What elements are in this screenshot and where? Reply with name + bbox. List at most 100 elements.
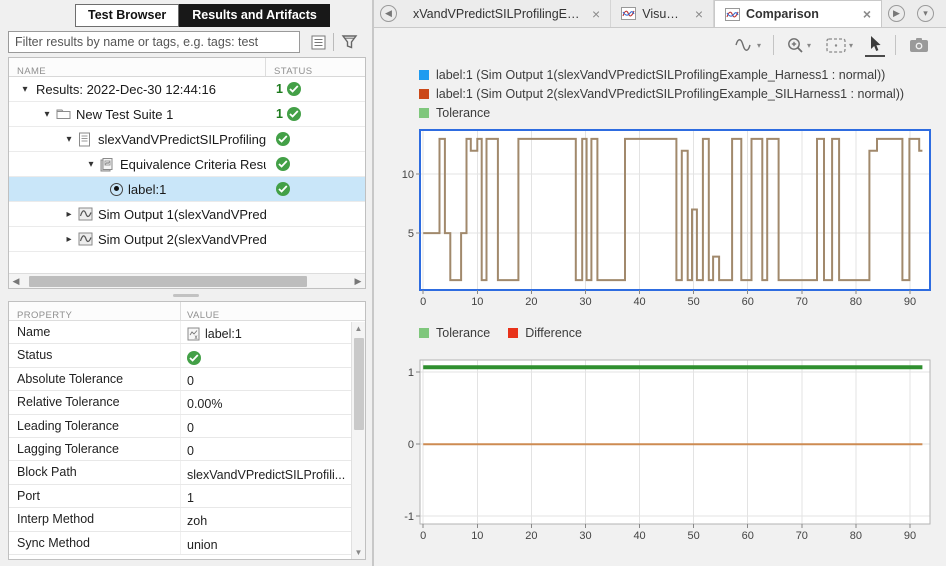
pass-count: 1 [276, 82, 283, 96]
scrollbar-thumb[interactable] [29, 276, 307, 287]
tree-row-label-1[interactable]: label:1 [9, 177, 365, 202]
property-row-status[interactable]: Status [9, 344, 365, 367]
svg-text:30: 30 [579, 530, 591, 542]
legend-item[interactable]: Tolerance [419, 326, 490, 340]
property-row-relative-tolerance[interactable]: Relative Tolerance 0.00% [9, 391, 365, 414]
scroll-down-arrow-icon[interactable]: ▼ [352, 546, 365, 559]
tree-row-sim-output-2[interactable]: ▸ Sim Output 2(slexVandVPred [9, 227, 365, 252]
tree-row-label: Equivalence Criteria Result [120, 157, 266, 172]
chevron-down-icon[interactable]: ▾ [757, 41, 761, 50]
comparison-signals-chart[interactable]: 5100102030405060708090 [374, 127, 946, 316]
tab-test-file[interactable]: xVandVPredictSILProfilingExam... × [403, 0, 611, 27]
property-row-interp-method[interactable]: Interp Method zoh [9, 508, 365, 531]
signal-radio-icon[interactable] [110, 183, 123, 196]
pass-count: 1 [276, 107, 283, 121]
tab-list-menu-icon[interactable]: ▾ [917, 5, 934, 22]
tree-row-equivalence-criteria[interactable]: ▾ Equivalence Criteria Result [9, 152, 365, 177]
chevron-down-icon[interactable]: ▾ [807, 41, 811, 50]
property-row-leading-tolerance[interactable]: Leading Tolerance 0 [9, 415, 365, 438]
tree-horizontal-scrollbar[interactable]: ◀ ▶ [9, 273, 365, 288]
chevron-down-icon[interactable]: ▾ [63, 134, 75, 145]
property-row-name[interactable]: Name x label:1 [9, 321, 365, 344]
property-row-absolute-tolerance[interactable]: Absolute Tolerance 0 [9, 368, 365, 391]
svg-text:0: 0 [420, 530, 426, 542]
tree-row-label: Sim Output 2(slexVandVPred [98, 232, 266, 247]
svg-text:50: 50 [688, 530, 700, 542]
scrollbar-thumb[interactable] [354, 338, 364, 430]
filter-results-input[interactable] [8, 31, 300, 53]
plot-tab-icon [621, 7, 636, 20]
tree-row-test-case[interactable]: ▾ slexVandVPredictSILProfilingEx [9, 127, 365, 152]
filter-funnel-icon[interactable] [337, 31, 361, 53]
svg-text:80: 80 [850, 530, 862, 542]
tab-visualize[interactable]: Visualize × [611, 0, 714, 27]
tree-header: NAME STATUS [9, 58, 365, 77]
tab-test-browser[interactable]: Test Browser [75, 4, 179, 27]
property-row-sync-method[interactable]: Sync Method union [9, 532, 365, 555]
saved-filters-icon[interactable] [306, 31, 330, 53]
property-vertical-scrollbar[interactable]: ▲ ▼ [351, 322, 365, 559]
property-value: 0 [181, 415, 365, 437]
legend-item[interactable]: Difference [508, 326, 582, 340]
legend-item[interactable]: Tolerance [419, 106, 946, 120]
browser-tab-strip: Test Browser Results and Artifacts [0, 0, 372, 27]
snapshot-tool[interactable] [906, 34, 932, 56]
tab-results-and-artifacts[interactable]: Results and Artifacts [179, 4, 330, 27]
tab-scroll-left-icon[interactable]: ◀ [380, 5, 397, 22]
divider [333, 33, 334, 51]
panel-splitter[interactable] [0, 289, 372, 301]
legend-item[interactable]: label:1 (Sim Output 2(slexVandVPredictSI… [419, 87, 946, 101]
chevron-down-icon[interactable]: ▾ [19, 84, 31, 95]
chevron-down-icon[interactable]: ▾ [849, 41, 853, 50]
svg-text:30: 30 [579, 296, 591, 308]
folder-icon [56, 107, 71, 122]
chevron-down-icon[interactable]: ▾ [41, 109, 53, 120]
close-icon[interactable]: × [592, 6, 600, 22]
property-row-lagging-tolerance[interactable]: Lagging Tolerance 0 [9, 438, 365, 461]
svg-text:50: 50 [688, 296, 700, 308]
property-row-block-path[interactable]: Block Path slexVandVPredictSILProfili... [9, 461, 365, 484]
filter-bar [0, 27, 372, 57]
tree-row-sim-output-1[interactable]: ▸ Sim Output 1(slexVandVPred [9, 202, 365, 227]
pointer-tool[interactable] [865, 33, 885, 57]
comparison-legend: label:1 (Sim Output 1(slexVandVPredictSI… [374, 62, 946, 127]
svg-text:60: 60 [742, 530, 754, 542]
cursor-arrow-icon [867, 35, 883, 53]
scroll-left-arrow-icon[interactable]: ◀ [9, 276, 23, 287]
status-pass-icon [287, 82, 301, 96]
tab-scroll-right-icon[interactable]: ▶ [888, 5, 905, 22]
difference-chart[interactable]: -1010102030405060708090 [374, 357, 946, 550]
legend-item[interactable]: label:1 (Sim Output 1(slexVandVPredictSI… [419, 68, 946, 82]
svg-text:x: x [195, 335, 198, 341]
property-table: PROPERTY VALUE Name x label:1 Status [8, 301, 366, 560]
tree-row-test-suite[interactable]: ▾ New Test Suite 1 1 [9, 102, 365, 127]
status-pass-icon [287, 107, 301, 121]
svg-text:70: 70 [796, 296, 808, 308]
legend-swatch-tolerance [419, 328, 429, 338]
fit-to-view-tool[interactable]: ▾ [823, 35, 855, 56]
plot-tab-icon [725, 8, 740, 21]
tree-row-results[interactable]: ▾ Results: 2022-Dec-30 12:44:16 1 [9, 77, 365, 102]
tree-row-label: Results: 2022-Dec-30 12:44:16 [36, 82, 216, 97]
svg-text:90: 90 [904, 296, 916, 308]
property-row-port[interactable]: Port 1 [9, 485, 365, 508]
svg-text:10: 10 [471, 296, 483, 308]
tree-row-label: Sim Output 1(slexVandVPred [98, 207, 266, 222]
signal-wave-tool[interactable]: ▾ [731, 34, 763, 56]
close-icon[interactable]: × [695, 6, 703, 22]
column-value: VALUE [187, 310, 219, 321]
zoom-in-tool[interactable]: ▾ [784, 34, 813, 57]
svg-text:20: 20 [525, 530, 537, 542]
svg-text:-1: -1 [404, 511, 414, 523]
tab-comparison[interactable]: Comparison × [714, 0, 882, 27]
chevron-right-icon[interactable]: ▸ [63, 234, 75, 245]
close-icon[interactable]: × [863, 6, 871, 22]
criteria-result-icon: x [187, 327, 200, 341]
test-manager-window: Test Browser Results and Artifacts [0, 0, 946, 566]
scroll-right-arrow-icon[interactable]: ▶ [351, 276, 365, 287]
chevron-down-icon[interactable]: ▾ [85, 159, 97, 170]
scroll-up-arrow-icon[interactable]: ▲ [352, 322, 365, 335]
chevron-right-icon[interactable]: ▸ [63, 209, 75, 220]
results-tree: NAME STATUS ▾ Results: 2022-Dec-30 12:44… [8, 57, 366, 289]
legend-swatch-sim-output-1 [419, 70, 429, 80]
